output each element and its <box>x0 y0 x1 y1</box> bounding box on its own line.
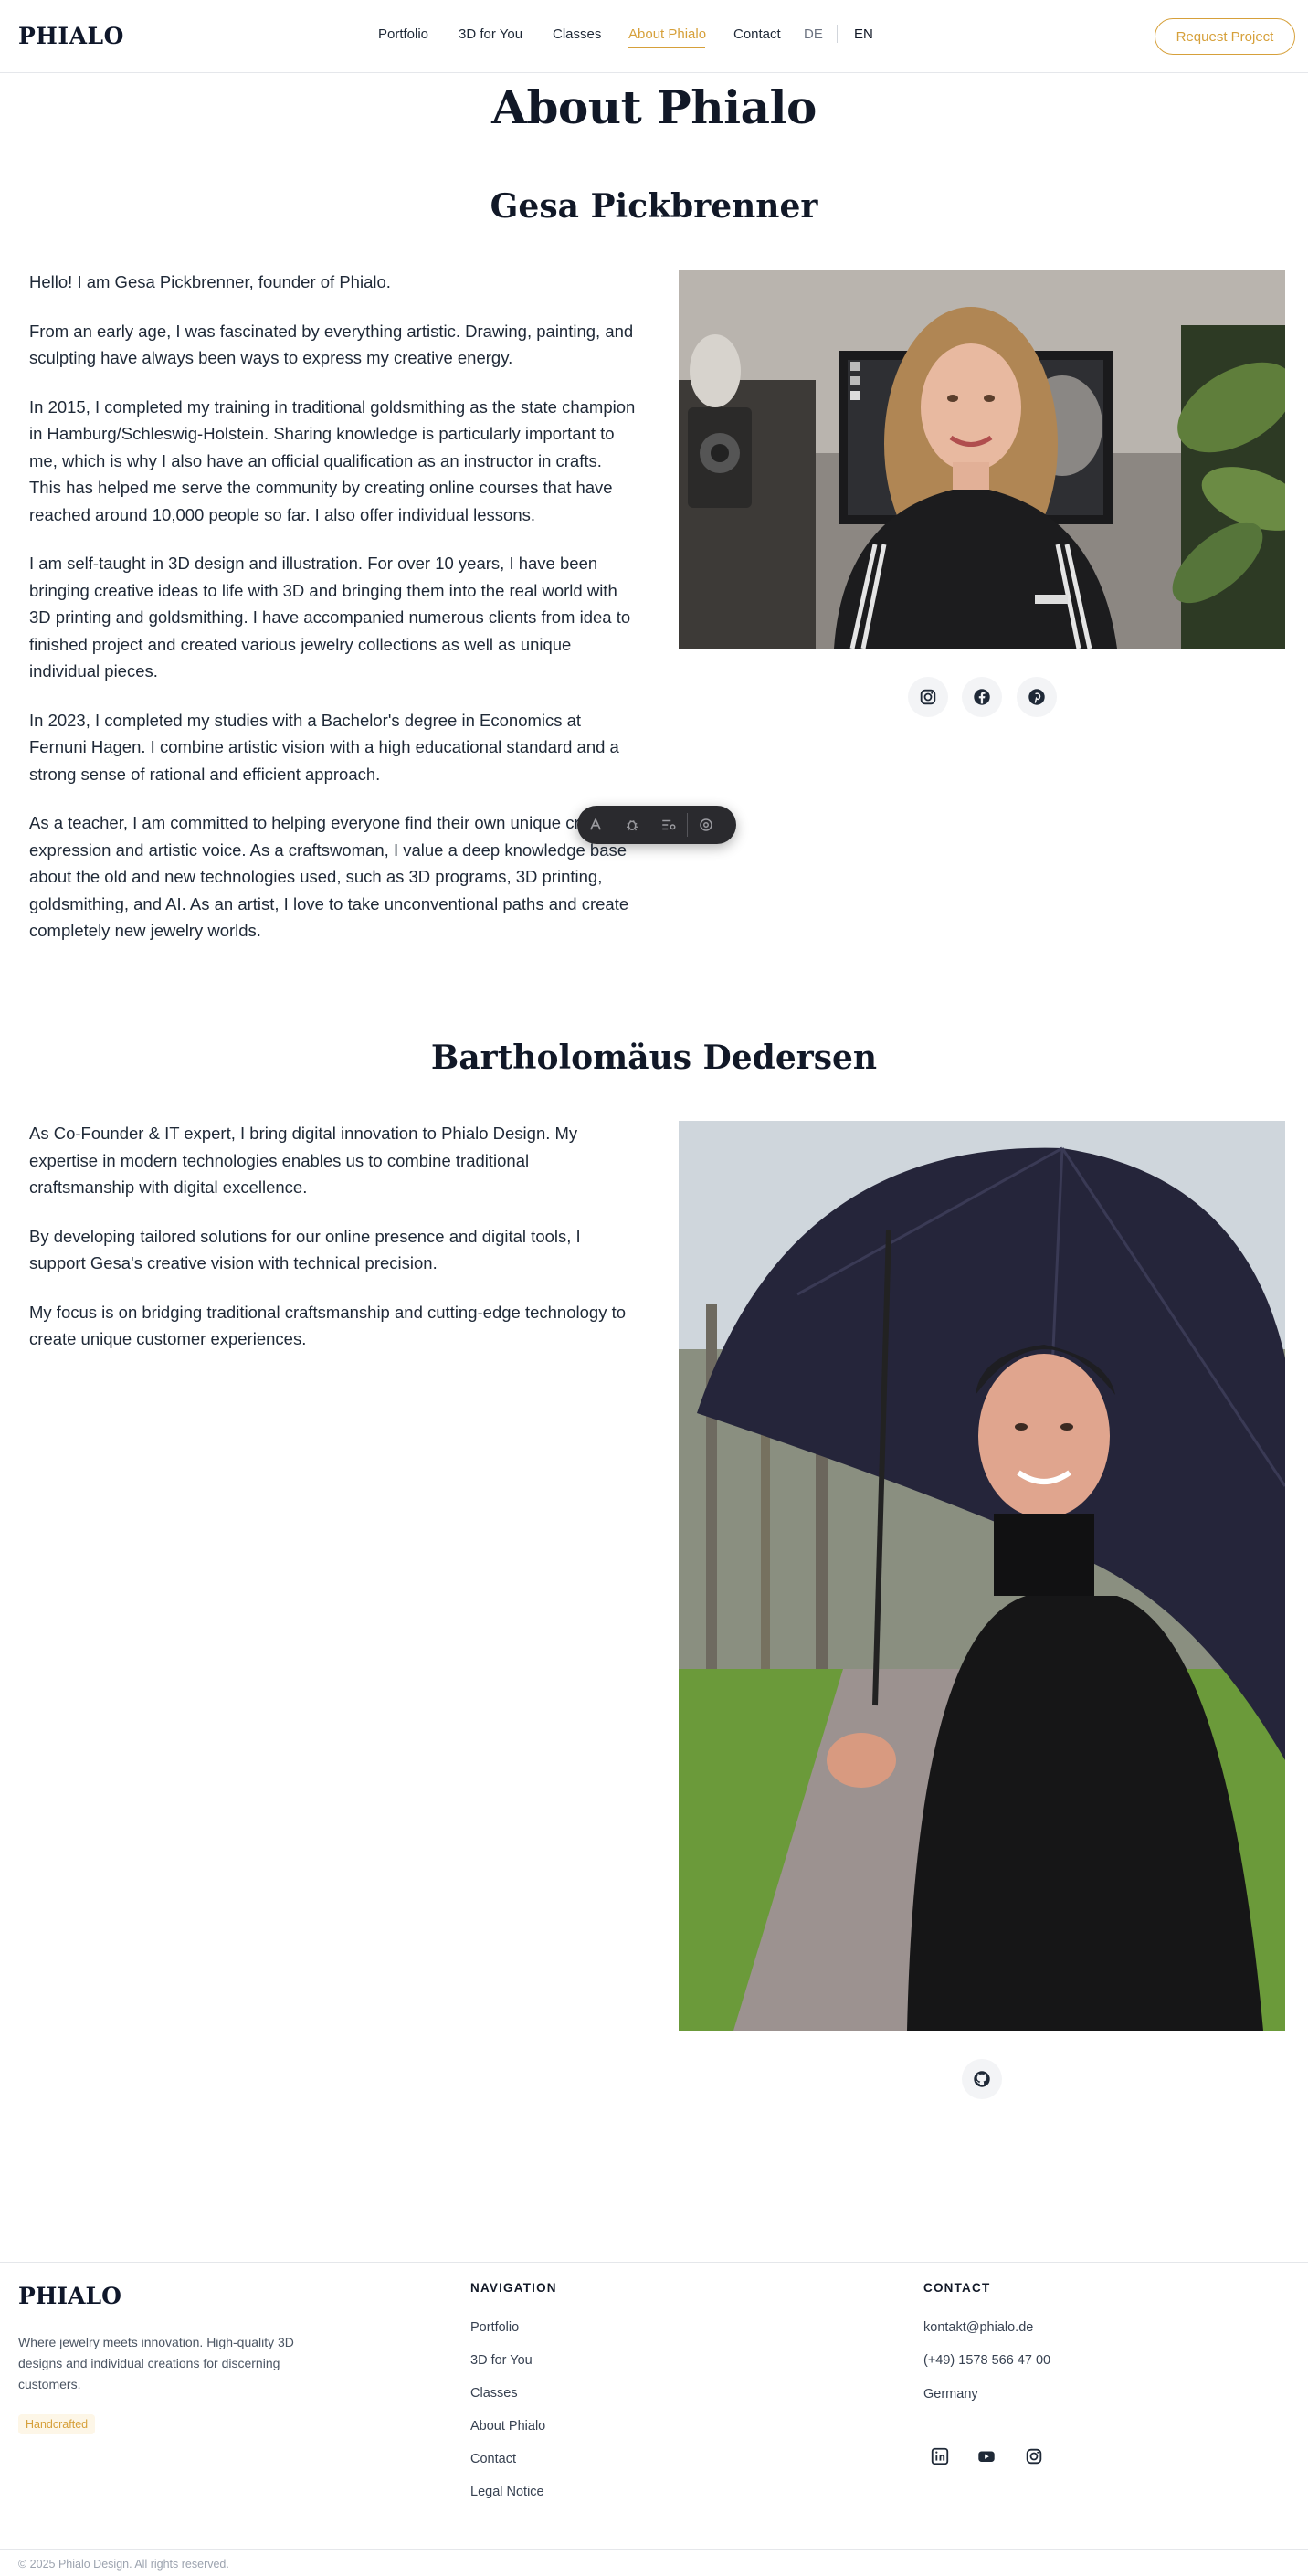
footer-link-portfolio[interactable]: Portfolio <box>470 2320 519 2335</box>
footer-link-classes[interactable]: Classes <box>470 2386 518 2401</box>
nav-classes[interactable]: Classes <box>553 26 601 42</box>
nav-about-phialo[interactable]: About Phialo <box>628 26 706 42</box>
gesa-bio-paragraph: In 2023, I completed my studies with a B… <box>29 710 619 784</box>
footer-tagline: Where jewelry meets innovation. High-qua… <box>18 2335 294 2391</box>
gesa-bio: Hello! I am Gesa Pickbrenner, founder of… <box>29 269 638 966</box>
nav-active-indicator <box>628 47 705 48</box>
bartholomaus-name-heading: Bartholomäus Dedersen <box>430 1039 878 1077</box>
gesa-bio-paragraph: I am self-taught in 3D design and illust… <box>29 554 631 681</box>
bartholomaus-bio-paragraph: My focus is on bridging traditional craf… <box>29 1302 627 1349</box>
gesa-facebook-link[interactable] <box>962 677 1002 717</box>
github-icon <box>974 2071 990 2087</box>
bartholomaus-portrait-photo <box>679 1121 1285 2031</box>
copyright-text: © 2025 Phialo Design. All rights reserve… <box>18 2558 229 2571</box>
footer-youtube-link[interactable] <box>974 2444 999 2469</box>
lang-de[interactable]: DE <box>804 26 823 42</box>
facebook-icon <box>974 689 990 705</box>
page-title: About Phialo <box>491 80 817 134</box>
nav-portfolio[interactable]: Portfolio <box>378 26 428 42</box>
footer-navigation-heading: NAVIGATION <box>470 2281 557 2295</box>
bartholomaus-bio-paragraph: As Co-Founder & IT expert, I bring digit… <box>29 1124 578 1197</box>
bartholomaus-bio: As Co-Founder & IT expert, I bring digit… <box>29 1120 638 1375</box>
bartholomaus-bio-paragraph: By developing tailored solutions for our… <box>29 1226 581 1273</box>
gesa-bio-paragraph: From an early age, I was fascinated by e… <box>29 321 634 368</box>
gesa-bio-paragraph: Hello! I am Gesa Pickbrenner, founder of… <box>29 272 391 291</box>
lang-divider <box>837 25 838 43</box>
request-project-button[interactable]: Request Project <box>1155 18 1295 55</box>
linkedin-icon <box>931 2447 949 2465</box>
copyright-bar: © 2025 Phialo Design. All rights reserve… <box>0 2549 1308 2576</box>
bug-icon[interactable] <box>614 806 650 844</box>
footer-contact-heading: CONTACT <box>923 2281 991 2295</box>
site-footer: PHIALO Where jewelry meets innovation. H… <box>0 2262 1308 2576</box>
instagram-icon <box>1026 2448 1042 2465</box>
pinterest-icon <box>1028 689 1045 705</box>
gesa-portrait-photo <box>679 270 1285 649</box>
footer-link-3d-for-you[interactable]: 3D for You <box>470 2353 533 2368</box>
gesa-bio-paragraph: As a teacher, I am committed to helping … <box>29 813 629 940</box>
site-header: PHIALO Portfolio 3D for You Classes Abou… <box>0 0 1308 73</box>
gesa-bio-paragraph: In 2015, I completed my training in trad… <box>29 396 636 524</box>
list-settings-icon[interactable] <box>650 806 687 844</box>
nav-3d-for-you[interactable]: 3D for You <box>459 26 522 42</box>
lang-en[interactable]: EN <box>854 26 873 42</box>
pen-icon[interactable] <box>577 806 614 844</box>
nav-contact[interactable]: Contact <box>733 26 781 42</box>
gesa-name-heading: Gesa Pickbrenner <box>490 187 818 226</box>
instagram-icon <box>920 689 936 705</box>
youtube-icon <box>978 2451 995 2462</box>
gesa-pinterest-link[interactable] <box>1017 677 1057 717</box>
footer-link-contact[interactable]: Contact <box>470 2452 516 2466</box>
footer-logo[interactable]: PHIALO <box>18 2283 121 2309</box>
gesa-instagram-link[interactable] <box>908 677 948 717</box>
footer-link-legal-notice[interactable]: Legal Notice <box>470 2485 544 2499</box>
bartholomaus-github-link[interactable] <box>962 2059 1002 2099</box>
footer-email[interactable]: kontakt@phialo.de <box>923 2320 1033 2335</box>
handcrafted-badge: Handcrafted <box>18 2414 96 2434</box>
settings-icon[interactable] <box>688 806 724 844</box>
main-nav: Portfolio 3D for You Classes About Phial… <box>0 0 1308 73</box>
footer-country: Germany <box>923 2387 978 2402</box>
footer-instagram-link[interactable] <box>1021 2444 1047 2469</box>
footer-phone[interactable]: (+49) 1578 566 47 00 <box>923 2353 1050 2368</box>
floating-dev-toolbar <box>577 806 736 844</box>
footer-link-about-phialo[interactable]: About Phialo <box>470 2419 545 2433</box>
footer-linkedin-link[interactable] <box>927 2444 953 2469</box>
